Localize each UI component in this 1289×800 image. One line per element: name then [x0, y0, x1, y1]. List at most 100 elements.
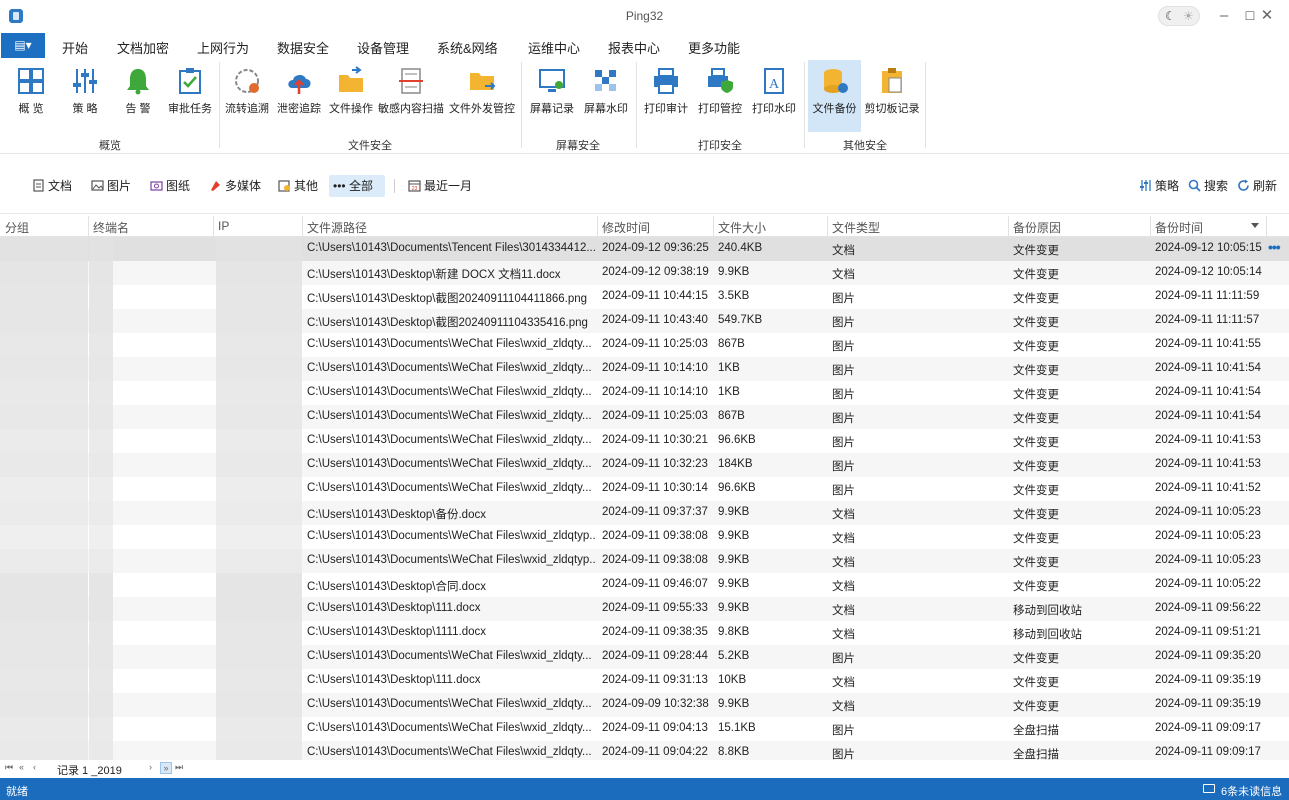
cell-backup-reason: 文件变更	[1013, 293, 1059, 305]
table-row[interactable]: C:\Users\10143\Desktop\截图202409111043354…	[0, 309, 1289, 333]
first-page-button[interactable]: ⏮	[5, 762, 13, 773]
tab-data-security[interactable]: 数据安全	[277, 38, 330, 62]
next-fast-button[interactable]: »	[160, 762, 172, 774]
table-row[interactable]: C:\Users\10143\Documents\WeChat Files\wx…	[0, 717, 1289, 741]
column-resize-handle[interactable]	[302, 216, 303, 236]
tab-start[interactable]: 开始	[62, 38, 88, 57]
next-page-button[interactable]: ›	[149, 762, 152, 772]
theme-toggle[interactable]: ☾ ☀	[1158, 6, 1200, 26]
table-row[interactable]: C:\Users\10143\Documents\WeChat Files\wx…	[0, 333, 1289, 357]
alert-button[interactable]: 告 警	[113, 60, 163, 132]
screen-record-button[interactable]: 屏幕记录	[527, 60, 577, 132]
table-row[interactable]: C:\Users\10143\Documents\WeChat Files\wx…	[0, 405, 1289, 429]
sort-descending-icon[interactable]	[1251, 223, 1259, 228]
tab-system-network[interactable]: 系统&网络	[437, 38, 498, 57]
main-menu-button[interactable]: ▤▾	[1, 33, 45, 58]
column-resize-handle[interactable]	[1150, 216, 1151, 236]
filter-drawing[interactable]: 图纸	[146, 175, 194, 197]
table-row[interactable]: C:\Users\10143\Documents\WeChat Files\wx…	[0, 453, 1289, 477]
print-audit-button[interactable]: 打印审计	[641, 60, 691, 132]
table-row[interactable]: C:\Users\10143\Documents\WeChat Files\wx…	[0, 645, 1289, 669]
minimize-button[interactable]: –	[1214, 6, 1234, 26]
column-header-ip[interactable]: IP	[218, 219, 229, 233]
column-resize-handle[interactable]	[713, 216, 714, 236]
tab-more-features[interactable]: 更多功能	[688, 38, 740, 57]
column-resize-handle[interactable]	[88, 216, 89, 236]
printer-icon	[654, 68, 678, 94]
table-row[interactable]: C:\Users\10143\Desktop\合同.docx 2024-09-11…	[0, 573, 1289, 597]
cell-modified-time: 2024-09-11 10:14:10	[602, 386, 708, 398]
print-watermark-button[interactable]: A 打印水印	[749, 60, 799, 132]
table-row[interactable]: C:\Users\10143\Documents\WeChat Files\wx…	[0, 477, 1289, 501]
table-row[interactable]: C:\Users\10143\Documents\WeChat Files\wx…	[0, 429, 1289, 453]
column-header-reason[interactable]: 备份原因	[1013, 219, 1061, 236]
table-row[interactable]: C:\Users\10143\Desktop\备份.docx 2024-09-11…	[0, 501, 1289, 525]
column-header-modified-time[interactable]: 修改时间	[602, 219, 650, 236]
cell-modified-time: 2024-09-11 09:04:22	[602, 746, 708, 758]
column-resize-handle[interactable]	[597, 216, 598, 236]
date-range-selector[interactable]: 23 最近一月	[404, 175, 476, 197]
table-row[interactable]: C:\Users\10143\Documents\WeChat Files\wx…	[0, 357, 1289, 381]
tab-ops-center[interactable]: 运维中心	[528, 38, 580, 57]
column-header-group[interactable]: 分组	[5, 219, 29, 236]
row-more-actions-icon[interactable]: •••	[1268, 239, 1281, 255]
column-resize-handle[interactable]	[213, 216, 214, 236]
last-page-button[interactable]: ⏭	[175, 762, 183, 773]
table-row[interactable]: C:\Users\10143\Documents\WeChat Files\wx…	[0, 381, 1289, 405]
cell-terminal-redacted	[89, 525, 113, 549]
filter-multimedia[interactable]: 多媒体	[205, 175, 265, 197]
filter-document[interactable]: 文档	[28, 175, 76, 197]
sensitive-scan-button[interactable]: 敏感内容扫描	[378, 60, 444, 132]
cell-file-type: 图片	[832, 413, 855, 425]
column-header-terminal[interactable]: 终端名	[93, 219, 129, 236]
cell-backup-time: 2024-09-11 10:05:23	[1155, 554, 1261, 566]
refresh-button[interactable]: 刷新	[1233, 175, 1281, 197]
filter-other[interactable]: 其他	[274, 175, 322, 197]
flow-trace-button[interactable]: 流转追溯	[222, 60, 272, 132]
cell-file-type: 文档	[832, 557, 855, 569]
clipboard-record-button[interactable]: 剪切板记录	[864, 60, 920, 132]
table-row[interactable]: C:\Users\10143\Documents\WeChat Files\wx…	[0, 693, 1289, 717]
approval-task-button[interactable]: 审批任务	[165, 60, 215, 132]
tab-device-management[interactable]: 设备管理	[357, 38, 409, 57]
column-header-path[interactable]: 文件源路径	[307, 219, 367, 236]
tab-doc-encryption[interactable]: 文档加密	[117, 38, 169, 57]
column-resize-handle[interactable]	[1008, 216, 1009, 236]
tab-report-center[interactable]: 报表中心	[608, 38, 660, 57]
table-row[interactable]: C:\Users\10143\Documents\WeChat Files\wx…	[0, 525, 1289, 549]
overview-button[interactable]: 概 览	[6, 60, 56, 132]
search-button[interactable]: 搜索	[1184, 175, 1232, 197]
column-resize-handle[interactable]	[827, 216, 828, 236]
file-operation-button[interactable]: 文件操作	[326, 60, 376, 132]
table-row[interactable]: C:\Users\10143\Desktop\新建 DOCX 文档11.docx…	[0, 261, 1289, 285]
table-row[interactable]: C:\Users\10143\Desktop\1111.docx 2024-09-…	[0, 621, 1289, 645]
table-row[interactable]: C:\Users\10143\Documents\WeChat Files\wx…	[0, 549, 1289, 573]
file-outgoing-control-button[interactable]: 文件外发管控	[448, 60, 516, 132]
column-resize-handle[interactable]	[1266, 216, 1267, 236]
table-row[interactable]: C:\Users\10143\Desktop\截图202409111044118…	[0, 285, 1289, 309]
unread-messages-link[interactable]: 6条未读信息	[1221, 783, 1282, 799]
file-backup-button[interactable]: 文件备份	[808, 60, 861, 132]
policy-button[interactable]: 策 略	[60, 60, 110, 132]
column-header-size[interactable]: 文件大小	[718, 219, 766, 236]
cell-file-path: C:\Users\10143\Documents\WeChat Files\wx…	[307, 698, 592, 710]
table-row[interactable]: C:\Users\10143\Documents\Tencent Files\3…	[0, 237, 1289, 261]
column-header-backup-time[interactable]: 备份时间	[1155, 219, 1203, 236]
column-header-type[interactable]: 文件类型	[832, 219, 880, 236]
message-icon[interactable]	[1203, 784, 1215, 793]
filter-image[interactable]: 图片	[87, 175, 135, 197]
close-button[interactable]: ✕	[1257, 6, 1277, 26]
policy-link[interactable]: 策略	[1135, 175, 1183, 197]
cell-file-type: 图片	[832, 293, 855, 305]
table-row[interactable]: C:\Users\10143\Desktop\111.docx 2024-09-1…	[0, 597, 1289, 621]
print-control-button[interactable]: 打印管控	[695, 60, 745, 132]
screen-watermark-button[interactable]: 屏幕水印	[581, 60, 631, 132]
table-row[interactable]: C:\Users\10143\Documents\WeChat Files\wx…	[0, 741, 1289, 760]
tab-web-behavior[interactable]: 上网行为	[197, 38, 249, 57]
prev-fast-button[interactable]: «	[19, 762, 24, 772]
printer-shield-icon	[708, 68, 733, 93]
prev-page-button[interactable]: ‹	[33, 762, 36, 772]
leak-trace-button[interactable]: 泄密追踪	[274, 60, 324, 132]
filter-all[interactable]: ••• 全部	[329, 175, 385, 197]
table-row[interactable]: C:\Users\10143\Desktop\111.docx 2024-09-1…	[0, 669, 1289, 693]
